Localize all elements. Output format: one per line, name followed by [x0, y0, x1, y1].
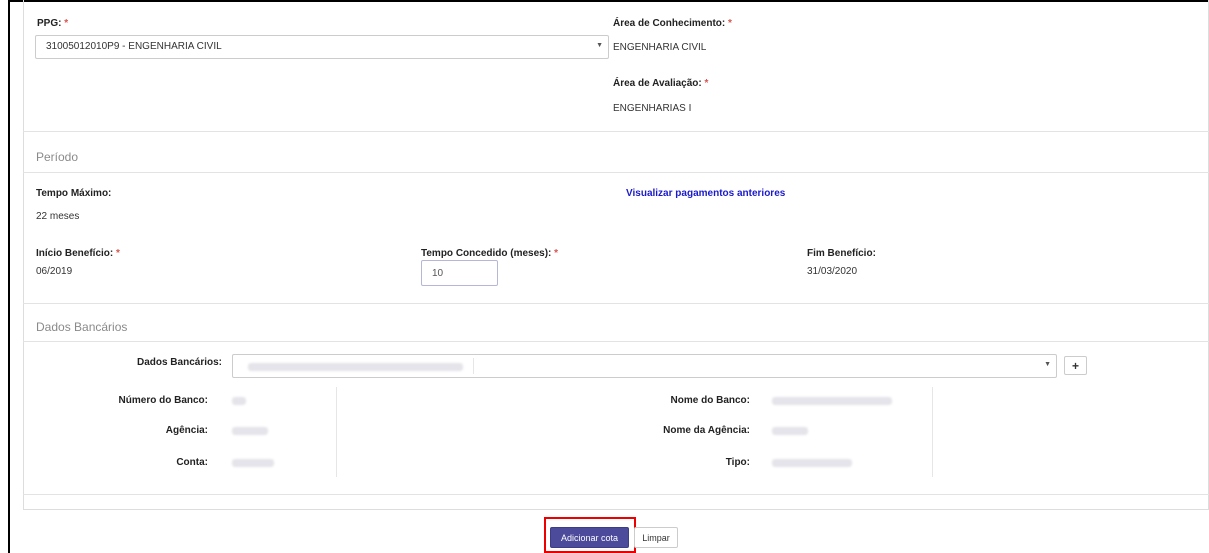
tempo-maximo-value: 22 meses [36, 211, 80, 222]
area-conhecimento-label-text: Área de Conhecimento: [613, 18, 726, 29]
divider [23, 131, 1209, 132]
agencia-label: Agência: [165, 425, 208, 436]
tipo-label: Tipo: [725, 457, 750, 468]
ppg-select[interactable]: 31005012010P9 - ENGENHARIA CIVIL ▼ [35, 35, 609, 59]
redacted-value [248, 363, 463, 371]
required-mark: * [704, 78, 709, 89]
dados-bancarios-label: Dados Bancários: [136, 357, 222, 368]
divider [473, 358, 474, 374]
required-mark: * [64, 18, 69, 29]
tempo-concedido-input-value: 10 [432, 268, 444, 279]
tempo-maximo-label: Tempo Máximo: [36, 188, 112, 199]
redacted-value [772, 459, 852, 467]
divider [23, 341, 1209, 342]
inicio-beneficio-label: Início Benefício: * [36, 248, 120, 259]
chevron-down-icon: ▼ [1044, 361, 1051, 368]
conta-label: Conta: [176, 457, 208, 468]
column-divider [336, 387, 337, 477]
nome-agencia-label: Nome da Agência: [663, 425, 750, 436]
required-mark: * [554, 248, 559, 259]
nome-banco-label: Nome do Banco: [670, 395, 750, 406]
area-avaliacao-label: Área de Avaliação: * [613, 78, 708, 89]
dados-bancarios-select[interactable]: ▼ [232, 354, 1057, 378]
limpar-button[interactable]: Limpar [634, 527, 678, 548]
required-mark: * [116, 248, 120, 259]
fim-beneficio-value: 31/03/2020 [807, 266, 858, 277]
area-avaliacao-value: ENGENHARIAS I [613, 103, 692, 114]
add-dados-bancarios-button[interactable]: + [1064, 356, 1087, 375]
ppg-label: PPG: * [37, 18, 68, 29]
column-divider [932, 387, 933, 477]
ppg-selected-value: 31005012010P9 - ENGENHARIA CIVIL [46, 41, 222, 52]
section-title-periodo: Período [36, 150, 79, 164]
ppg-label-text: PPG: [37, 18, 62, 29]
chevron-down-icon: ▼ [596, 42, 603, 49]
redacted-value [772, 397, 892, 405]
required-mark: * [728, 18, 732, 29]
area-conhecimento-label: Área de Conhecimento: * [613, 18, 732, 29]
numero-banco-label: Número do Banco: [118, 395, 208, 406]
redacted-value [772, 427, 808, 435]
section-title-dados-bancarios: Dados Bancários [36, 320, 128, 334]
area-avaliacao-label-text: Área de Avaliação: [613, 78, 702, 89]
adicionar-cota-button[interactable]: Adicionar cota [550, 527, 629, 548]
tempo-concedido-label-text: Tempo Concedido (meses): [421, 248, 552, 259]
tempo-concedido-input[interactable]: 10 [421, 260, 498, 286]
tempo-concedido-label: Tempo Concedido (meses): * [421, 248, 558, 259]
redacted-value [232, 459, 274, 467]
fim-beneficio-label: Fim Benefício: [807, 248, 876, 259]
divider [23, 303, 1209, 304]
divider [23, 494, 1209, 495]
inicio-beneficio-value: 06/2019 [36, 266, 73, 277]
area-conhecimento-value: ENGENHARIA CIVIL [613, 42, 707, 53]
redacted-value [232, 427, 268, 435]
inicio-beneficio-label-text: Início Benefício: [36, 248, 114, 259]
visualizar-pagamentos-link[interactable]: Visualizar pagamentos anteriores [626, 188, 785, 199]
divider [23, 172, 1209, 173]
redacted-value [232, 397, 246, 405]
